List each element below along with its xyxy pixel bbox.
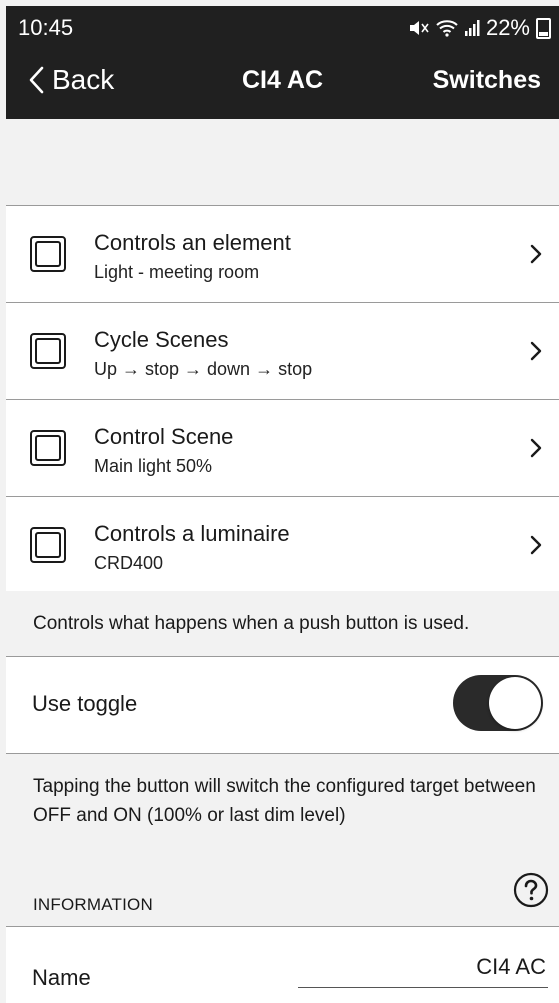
battery-icon (536, 17, 551, 39)
list-item-subtitle: Main light 50% (94, 456, 213, 476)
battery-percent: 22% (485, 15, 530, 40)
list-item-cycle-scenes[interactable]: Cycle Scenes Up → stop → down → stop (6, 303, 559, 400)
list-item-title: Control Scene (94, 424, 234, 449)
navigation-bar: Back CI4 AC Switches (6, 46, 559, 119)
wifi-icon (436, 20, 458, 37)
list-item-subtitle: Up → stop → down → stop (94, 359, 313, 379)
list-item-subtitle: Light - meeting room (94, 262, 260, 282)
switches-button[interactable]: Switches (433, 66, 541, 95)
option-list: Controls an element Light - meeting room… (6, 206, 559, 594)
help-icon[interactable] (513, 872, 549, 908)
section-footer: Controls what happens when a push button… (6, 591, 559, 657)
top-spacer (6, 119, 559, 206)
back-button[interactable]: Back (28, 64, 114, 96)
signal-icon (464, 20, 480, 36)
information-header: INFORMATION (33, 895, 153, 914)
chevron-right-icon (530, 535, 542, 555)
switch-square-icon (30, 333, 66, 369)
section-description: Controls what happens when a push button… (33, 613, 470, 634)
use-toggle-switch[interactable] (453, 675, 543, 731)
list-item-controls-element[interactable]: Controls an element Light - meeting room (6, 206, 559, 303)
switch-knob (489, 677, 541, 729)
information-section: Tapping the button will switch the confi… (6, 754, 559, 927)
list-item-title: Cycle Scenes (94, 327, 229, 352)
list-item-control-scene[interactable]: Control Scene Main light 50% (6, 400, 559, 497)
switch-square-icon (30, 430, 66, 466)
chevron-right-icon (530, 341, 542, 361)
name-input[interactable] (298, 947, 548, 988)
switch-square-icon (30, 236, 66, 272)
list-item-title: Controls an element (94, 230, 291, 255)
name-row: Name (6, 927, 559, 1003)
toggle-help-text: Tapping the button will switch the confi… (33, 776, 536, 826)
switch-square-icon (30, 527, 66, 563)
mute-icon (409, 21, 429, 35)
name-label: Name (32, 965, 91, 990)
back-label: Back (52, 64, 115, 95)
chevron-left-icon (29, 66, 44, 94)
use-toggle-label: Use toggle (32, 691, 138, 716)
chevron-right-icon (530, 244, 542, 264)
use-toggle-row: Use toggle (6, 657, 559, 754)
list-item-title: Controls a luminaire (94, 521, 290, 546)
chevron-right-icon (530, 438, 542, 458)
status-bar: 10:45 22% (6, 6, 559, 46)
status-time: 10:45 (18, 15, 74, 40)
list-item-subtitle: CRD400 (94, 553, 164, 573)
list-item-controls-luminaire[interactable]: Controls a luminaire CRD400 (6, 497, 559, 594)
status-icons: 22% (408, 15, 551, 41)
